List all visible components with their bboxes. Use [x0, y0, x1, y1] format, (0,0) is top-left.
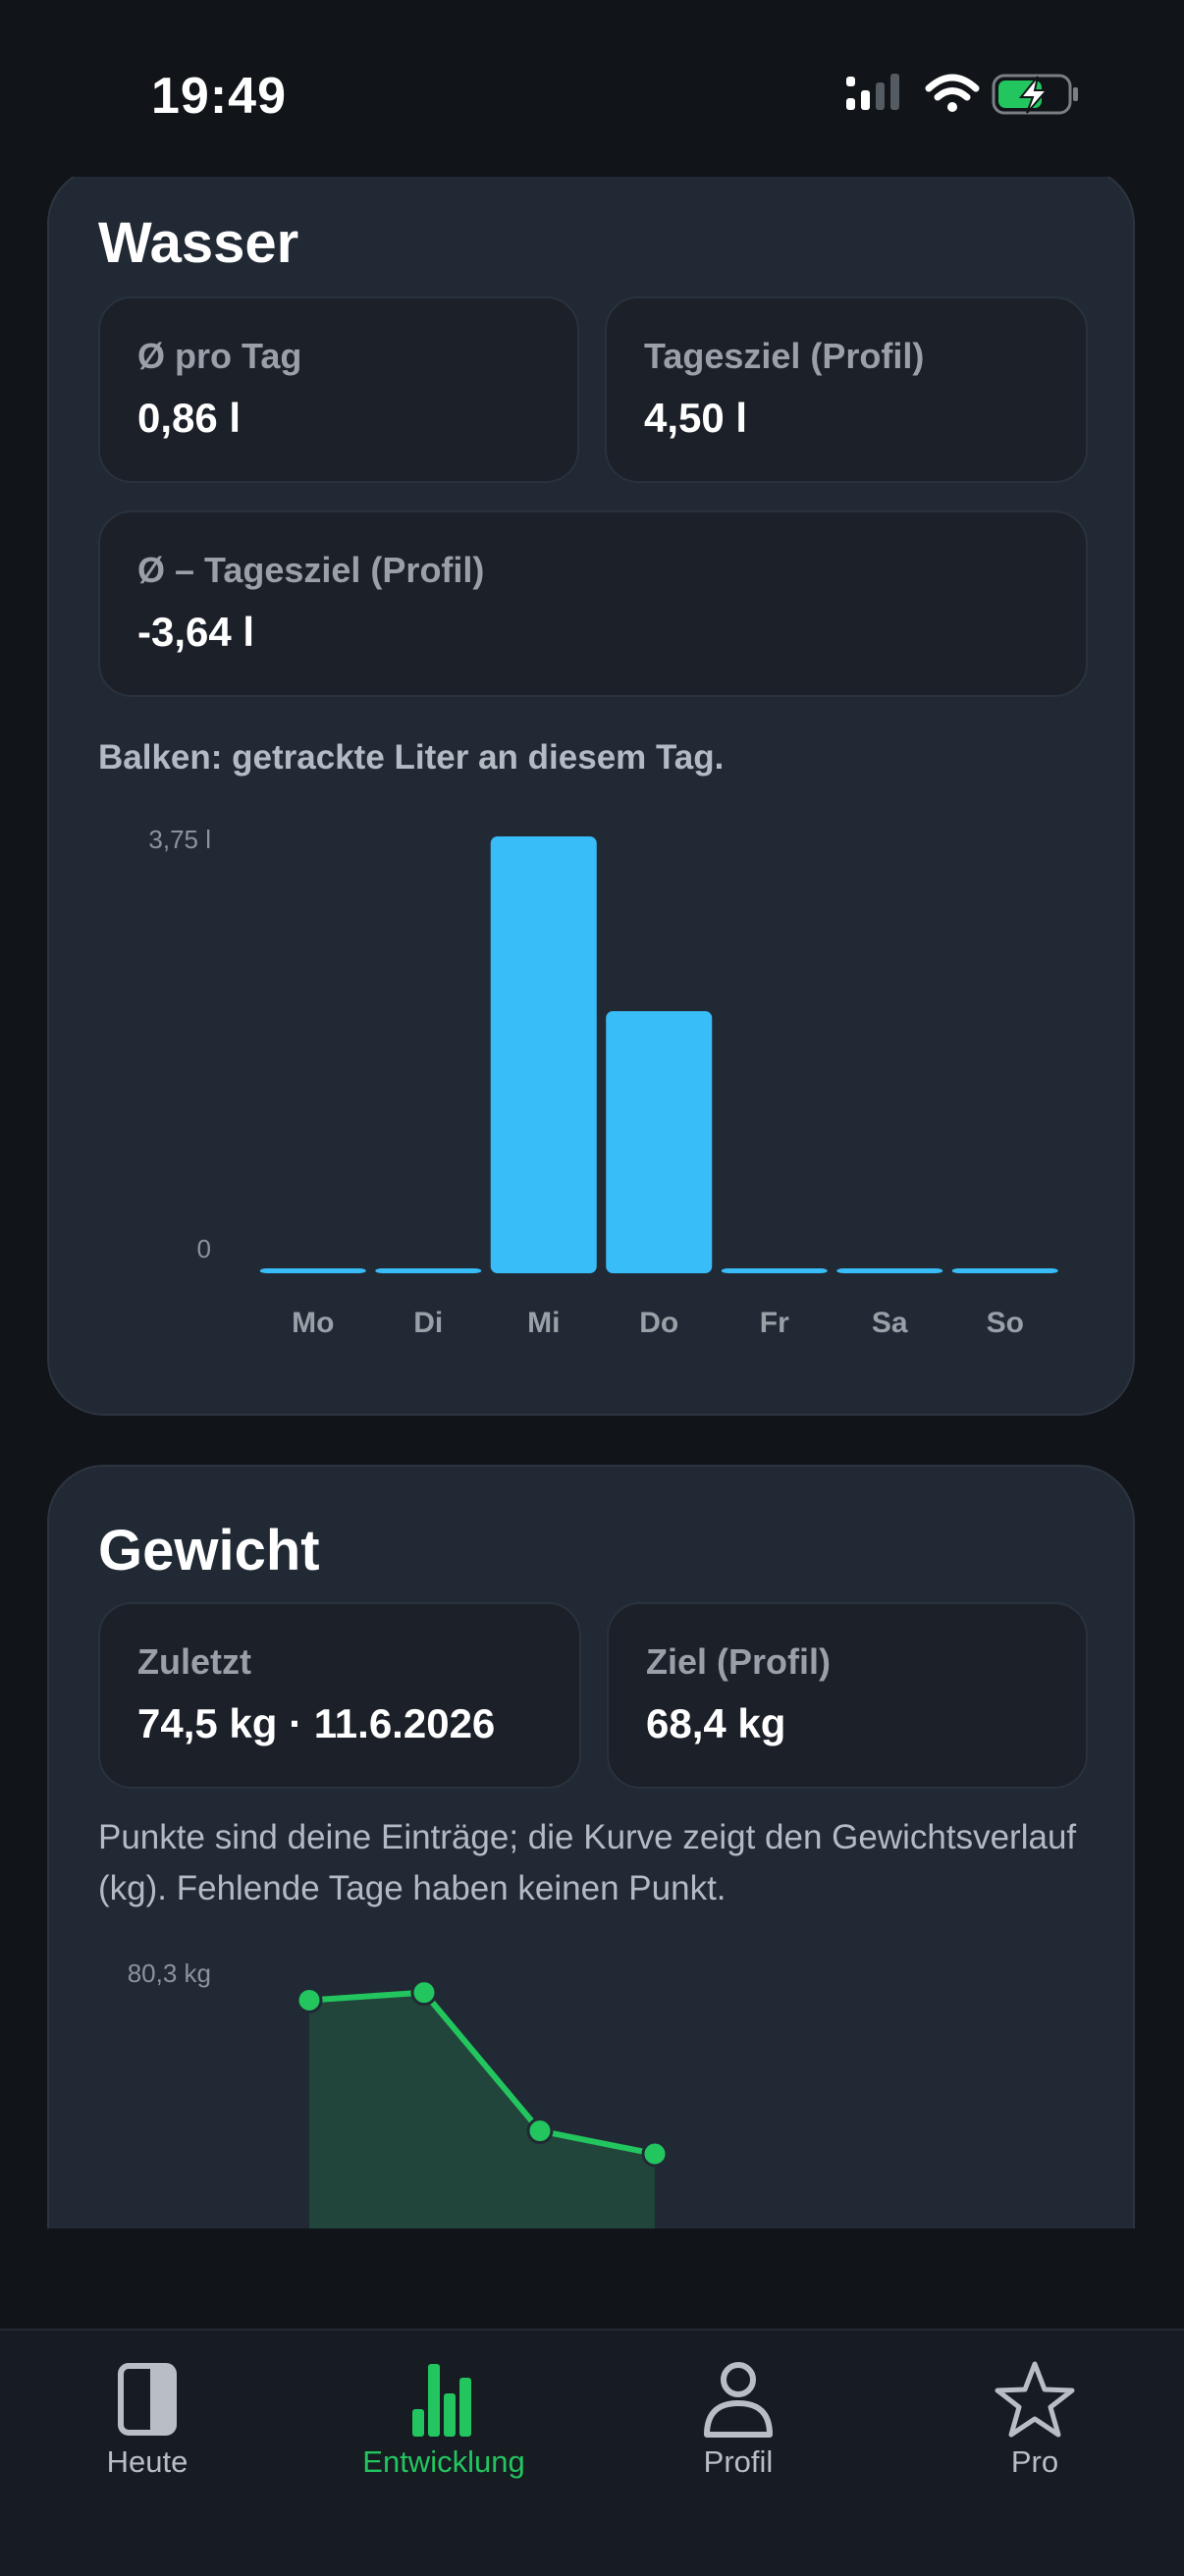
weight-area: [309, 1992, 655, 2228]
weight-chart-hint: Punkte sind deine Einträge; die Kurve ze…: [98, 1818, 1077, 1907]
cellular-signal-icon: [846, 74, 899, 110]
star-icon: [995, 2361, 1075, 2438]
weight-goal-value: 68,4 kg: [646, 1700, 786, 1746]
water-chart-hint: Balken: getrackte Liter an diesem Tag.: [98, 738, 725, 777]
bar-so: [951, 1268, 1058, 1273]
water-goal-label: Tagesziel (Profil): [644, 336, 925, 376]
x-tick-label: Mi: [527, 1307, 560, 1339]
tab-pro-label: Pro: [1010, 2444, 1059, 2479]
weight-point: [410, 1979, 438, 2007]
x-tick-label: Do: [639, 1307, 678, 1339]
tab-entwicklung[interactable]: Entwicklung: [336, 2360, 552, 2497]
tab-heute[interactable]: Heute: [39, 2360, 255, 2497]
wifi-icon: [925, 74, 980, 112]
x-tick-label: Mo: [292, 1307, 334, 1339]
book-icon: [118, 2363, 177, 2436]
bar-mo: [259, 1268, 366, 1273]
water-diff-label: Ø – Tagesziel (Profil): [137, 550, 485, 590]
weight-point: [641, 2140, 669, 2168]
water-bar-chart: 3,75 l 0 Mo Di Mi Do Fr Sa So: [148, 825, 1058, 1339]
status-bar: 19:49: [0, 0, 1184, 177]
tab-bar: Heute Entwicklung Profil Pro: [0, 2329, 1184, 2576]
water-average-value: 0,86 l: [137, 395, 242, 441]
bar-di: [375, 1268, 482, 1273]
tab-heute-label: Heute: [106, 2444, 188, 2479]
tab-entwicklung-label: Entwicklung: [362, 2444, 525, 2479]
weight-line-chart: 80,3 kg: [128, 1959, 669, 2228]
weight-last-box: Zuletzt 74,5 kg · 11.6.2026: [98, 1602, 581, 1789]
x-tick-label: Di: [413, 1307, 443, 1339]
scroll-content[interactable]: Wasser Ø pro Tag 0,86 l Tagesziel (Profi…: [0, 177, 1184, 2228]
y-tick-label: 3,75 l: [148, 825, 211, 854]
battery-charging-icon: [992, 74, 1078, 115]
weight-last-value: 74,5 kg · 11.6.2026: [137, 1700, 496, 1746]
tab-profil[interactable]: Profil: [630, 2360, 846, 2497]
clock: 19:49: [151, 68, 287, 125]
bar-chart-icon: [412, 2364, 471, 2437]
weight-point: [296, 1986, 323, 2013]
x-tick-label: So: [987, 1307, 1024, 1339]
y-tick-label: 0: [197, 1234, 211, 1263]
status-icons: [846, 74, 1078, 115]
water-diff-value: -3,64 l: [137, 609, 255, 655]
bar-do: [606, 1011, 713, 1273]
water-diff-box: Ø – Tagesziel (Profil) -3,64 l: [98, 510, 1088, 697]
bar-fr: [721, 1268, 828, 1273]
x-tick-label: Fr: [760, 1307, 789, 1339]
x-tick-label: Sa: [872, 1307, 908, 1339]
water-goal-box: Tagesziel (Profil) 4,50 l: [605, 296, 1088, 483]
y-tick-label: 80,3 kg: [128, 1959, 211, 1988]
tab-profil-label: Profil: [703, 2444, 774, 2479]
weight-point: [526, 2118, 554, 2145]
water-average-label: Ø pro Tag: [137, 336, 302, 376]
bar-sa: [836, 1268, 943, 1273]
water-average-box: Ø pro Tag 0,86 l: [98, 296, 579, 483]
weight-goal-label: Ziel (Profil): [646, 1641, 831, 1682]
weight-title: Gewicht: [98, 1519, 320, 1583]
weight-card: Gewicht Zuletzt 74,5 kg · 11.6.2026 Ziel…: [47, 1465, 1135, 2228]
weight-goal-box: Ziel (Profil) 68,4 kg: [607, 1602, 1088, 1789]
tab-pro[interactable]: Pro: [927, 2360, 1143, 2497]
person-icon: [704, 2362, 773, 2438]
water-goal-value: 4,50 l: [644, 395, 748, 441]
water-title: Wasser: [98, 211, 299, 275]
water-card: Wasser Ø pro Tag 0,86 l Tagesziel (Profi…: [47, 177, 1135, 1416]
weight-last-label: Zuletzt: [137, 1641, 251, 1682]
bar-mi: [490, 836, 597, 1273]
